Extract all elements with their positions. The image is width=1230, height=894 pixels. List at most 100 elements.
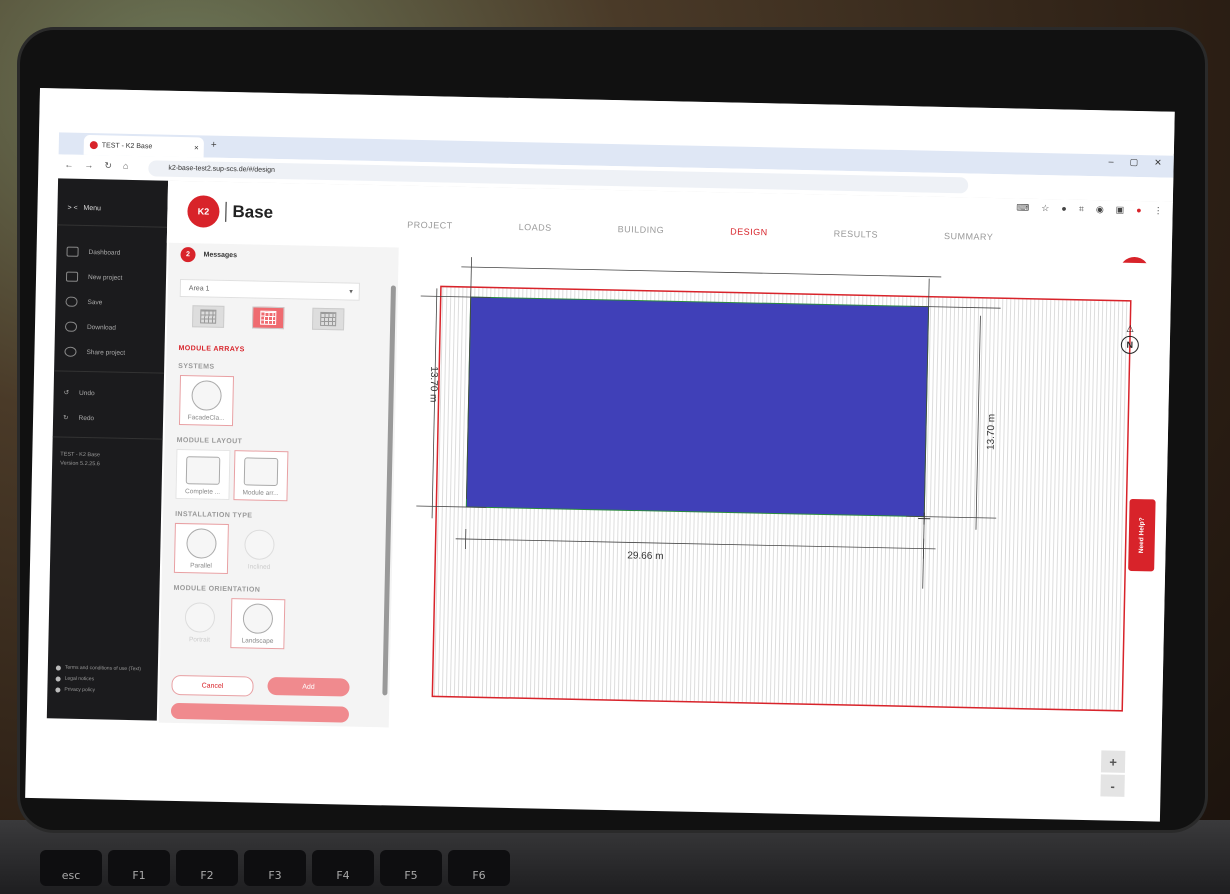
card-label: Parallel xyxy=(190,562,212,570)
sidebar-item-share-project[interactable]: Share project xyxy=(64,346,126,358)
footer-link-terms[interactable]: Terms and conditions of use (Text) xyxy=(55,664,141,672)
reload-icon[interactable]: ↻ xyxy=(104,160,112,171)
key-f2: F2 xyxy=(176,850,238,886)
back-icon[interactable]: ← xyxy=(64,160,73,171)
sidebar-item-dashboard[interactable]: Dashboard xyxy=(66,246,121,258)
zoom-controls: + - xyxy=(1100,750,1126,797)
tab-loads[interactable]: LOADS xyxy=(519,222,552,233)
key-f6: F6 xyxy=(448,850,510,886)
obstacle-icon xyxy=(320,311,337,327)
sidebar-item-label: Share project xyxy=(86,348,126,357)
tab-summary[interactable]: SUMMARY xyxy=(944,231,994,242)
card-label: Landscape xyxy=(241,637,274,646)
profile-icon[interactable]: ● xyxy=(1136,205,1142,216)
sidebar-item-label: Undo xyxy=(79,389,95,397)
zoom-out-button[interactable]: - xyxy=(1100,774,1125,797)
camera-icon[interactable]: ◉ xyxy=(1096,204,1104,215)
sidebar-item-download[interactable]: Download xyxy=(64,321,116,333)
footer-link-label: Legal notices xyxy=(64,675,95,683)
zoom-in-button[interactable]: + xyxy=(1100,750,1126,773)
sidebar-divider xyxy=(52,436,163,440)
new-tab-button[interactable]: + xyxy=(211,140,217,151)
menu-label: Menu xyxy=(83,204,102,213)
messages-button[interactable]: 2 Messages xyxy=(180,246,238,263)
kebab-menu-icon[interactable]: ⋮ xyxy=(1154,205,1163,216)
installation-type-title: INSTALLATION TYPE xyxy=(175,510,253,520)
installation-card-parallel[interactable]: Parallel xyxy=(173,522,229,575)
card-label: Portrait xyxy=(188,636,211,644)
sidebar-item-undo[interactable]: ↺ Undo xyxy=(64,389,95,398)
sidebar-item-save[interactable]: Save xyxy=(65,296,103,308)
tab-design[interactable]: DESIGN xyxy=(730,226,768,237)
close-window-button[interactable]: ✕ xyxy=(1154,157,1162,168)
mode-roof-button[interactable] xyxy=(192,305,225,328)
inclined-icon xyxy=(244,529,275,561)
module-arrays-title: MODULE ARRAYS xyxy=(178,344,245,354)
messages-label: Messages xyxy=(203,251,238,260)
dashboard-icon xyxy=(66,246,79,257)
tab-building[interactable]: BUILDING xyxy=(618,224,665,235)
forward-icon[interactable]: → xyxy=(84,160,93,171)
laptop-screen: TEST - K2 Base × + – ▢ ✕ ← → ↻ ⌂ k2-base… xyxy=(25,88,1175,822)
translate-icon[interactable]: ⌨ xyxy=(1016,202,1029,213)
project-info: TEST - K2 Base Version 5.2.25.6 xyxy=(60,451,100,470)
tab-results[interactable]: RESULTS xyxy=(834,229,879,240)
extension-icon[interactable]: ● xyxy=(1061,203,1067,214)
sidebar-item-new-project[interactable]: New project xyxy=(65,271,123,283)
logo-text: Base xyxy=(225,201,274,223)
system-card-facadeclamp[interactable]: FacadeCla... xyxy=(178,374,235,427)
footer-link-privacy[interactable]: Privacy policy xyxy=(55,686,95,693)
key-f5: F5 xyxy=(380,850,442,886)
sidebar-item-redo[interactable]: ↻ Redo xyxy=(63,414,94,423)
tab-title: TEST - K2 Base xyxy=(101,141,153,150)
system-icon xyxy=(191,380,222,411)
maximize-button[interactable]: ▢ xyxy=(1130,157,1139,168)
sidebar-item-label: Dashboard xyxy=(88,248,121,257)
logo-mark: K2 xyxy=(187,195,220,228)
info-icon xyxy=(55,675,61,682)
module-array[interactable] xyxy=(465,296,930,518)
undo-icon: ↺ xyxy=(63,389,70,397)
minimize-button[interactable]: – xyxy=(1108,156,1114,167)
cancel-button[interactable]: Cancel xyxy=(171,674,254,697)
sidebar-item-label: New project xyxy=(87,273,123,282)
browser-tab[interactable]: TEST - K2 Base × xyxy=(83,134,205,158)
bookmark-star-icon[interactable]: ☆ xyxy=(1041,203,1049,214)
sidebar-divider xyxy=(54,370,165,374)
mode-module-array-button[interactable] xyxy=(252,306,285,330)
layout-card-module-array[interactable]: Module arr... xyxy=(233,450,289,502)
dim-height-left-label: 13.70 m xyxy=(428,366,440,402)
card-label: Inclined xyxy=(247,563,271,571)
card-label: Complete ... xyxy=(184,488,221,496)
screenshot-icon[interactable]: ⌗ xyxy=(1079,204,1084,215)
design-panel: 2 Messages Area 1 ▾ MODULE ARRAYS SYSTEM… xyxy=(158,242,399,728)
array-tools-bar[interactable] xyxy=(170,702,350,723)
info-icon xyxy=(55,686,61,693)
sidebar-divider xyxy=(57,224,168,228)
k2-logo[interactable]: K2 Base xyxy=(187,195,274,229)
footer-link-legal[interactable]: Legal notices xyxy=(55,675,95,683)
orientation-card-portrait[interactable]: Portrait xyxy=(172,597,227,648)
design-canvas[interactable]: 29.66 m 13.70 m 13.70 m xyxy=(391,247,1172,744)
sidebar-item-label: Save xyxy=(87,298,103,306)
sidebar-menu-toggle[interactable]: > < Menu xyxy=(67,205,101,213)
chevron-down-icon: ▾ xyxy=(349,288,353,296)
area-select-value: Area 1 xyxy=(188,285,210,293)
installation-card-inclined[interactable]: Inclined xyxy=(232,524,287,575)
info-icon xyxy=(55,664,61,671)
tab-close-icon[interactable]: × xyxy=(194,143,199,152)
tab-project[interactable]: PROJECT xyxy=(407,220,453,231)
need-help-button[interactable]: Need Help? xyxy=(1128,498,1156,572)
area-select[interactable]: Area 1 ▾ xyxy=(179,278,360,301)
app-sidebar: > < Menu Dashboard New project Save Down… xyxy=(46,178,169,721)
add-button[interactable]: Add xyxy=(267,676,350,697)
mode-obstacle-button[interactable] xyxy=(311,307,345,331)
puzzle-icon[interactable]: ▣ xyxy=(1116,205,1125,216)
layout-card-complete[interactable]: Complete ... xyxy=(175,448,231,501)
orientation-card-landscape[interactable]: Landscape xyxy=(230,598,286,650)
home-icon[interactable]: ⌂ xyxy=(123,161,129,172)
key-f1: F1 xyxy=(108,850,170,886)
compass: △ N xyxy=(1119,323,1140,363)
share-icon xyxy=(64,346,77,357)
key-f3: F3 xyxy=(244,850,306,886)
